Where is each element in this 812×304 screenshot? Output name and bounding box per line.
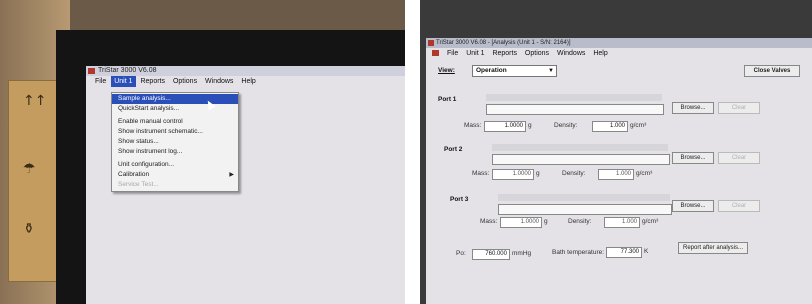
menu-unit-1[interactable]: Unit 1 — [111, 76, 136, 87]
left-photo: ↑↑ ☂ ⚱ TriStar 3000 V6.08 File Unit 1 Re… — [0, 0, 405, 304]
menu-reports[interactable]: Reports — [137, 76, 168, 87]
port-2-sample-file-field[interactable] — [492, 154, 670, 165]
po-label: Po: — [456, 250, 466, 257]
menu-windows[interactable]: Windows — [202, 76, 236, 87]
menu-help[interactable]: Help — [590, 48, 610, 59]
port-1-id-row — [486, 94, 662, 101]
menu-item-calibration[interactable]: Calibration ▶ — [112, 170, 238, 180]
port-1-density-label: Density: — [554, 122, 578, 129]
menu-options[interactable]: Options — [170, 76, 200, 87]
menu-reports[interactable]: Reports — [489, 48, 520, 59]
port-1-sample-file-field[interactable] — [486, 104, 664, 115]
right-photo: TriStar 3000 V6.08 - [Analysis (Unit 1 -… — [420, 0, 812, 304]
menu-windows[interactable]: Windows — [554, 48, 588, 59]
menu-item-quickstart-analysis[interactable]: QuickStart analysis... — [112, 104, 238, 114]
port-2-density-unit: g/cm³ — [636, 170, 653, 177]
port-1-density-field[interactable]: 1.000 — [592, 121, 628, 132]
po-unit: mmHg — [512, 250, 532, 257]
port-3-density-label: Density: — [568, 218, 592, 225]
menu-item-unit-configuration[interactable]: Unit configuration... — [112, 160, 238, 170]
view-label: View: — [438, 67, 455, 74]
port-1-mass-label: Mass: — [464, 122, 482, 129]
menu-item-show-instrument-log[interactable]: Show instrument log... — [112, 147, 238, 157]
port-3-label: Port 3 — [450, 196, 469, 203]
port-2-id-row — [492, 144, 668, 151]
right-window-title: TriStar 3000 V6.08 - [Analysis (Unit 1 -… — [436, 40, 571, 46]
menu-file[interactable]: File — [444, 48, 461, 59]
right-menubar: File Unit 1 Reports Options Windows Help — [426, 48, 812, 59]
menu-item-show-status[interactable]: Show status... — [112, 137, 238, 147]
port-2-browse-button[interactable]: Browse... — [672, 152, 714, 164]
left-screen: TriStar 3000 V6.08 File Unit 1 Reports O… — [86, 66, 405, 304]
view-select-value: Operation — [476, 67, 507, 74]
port-3-mass-label: Mass: — [480, 218, 498, 225]
menu-item-sample-analysis[interactable]: Sample analysis... — [112, 94, 238, 104]
po-field[interactable]: 760.000 — [472, 249, 510, 260]
port-3-density-unit: g/cm³ — [642, 218, 659, 225]
view-select[interactable]: Operation ▼ — [472, 65, 557, 77]
report-after-analysis-button[interactable]: Report after analysis... — [678, 242, 748, 254]
view-toolbar: View: Operation ▼ Close Valves — [426, 59, 812, 81]
port-3-sample-file-field[interactable] — [498, 204, 672, 215]
menu-help[interactable]: Help — [238, 76, 258, 87]
menu-options[interactable]: Options — [522, 48, 552, 59]
port-1-clear-button: Clear — [718, 102, 760, 114]
menu-item-show-instrument-schematic[interactable]: Show instrument schematic... — [112, 127, 238, 137]
right-titlebar: TriStar 3000 V6.08 - [Analysis (Unit 1 -… — [426, 38, 812, 48]
menu-item-service-test: Service Test... — [118, 181, 159, 188]
port-3-mass-unit: g — [544, 218, 548, 225]
port-2-density-label: Density: — [562, 170, 586, 177]
port-2-density-field[interactable]: 1.000 — [598, 169, 634, 180]
unit-menu-dropdown: Sample analysis... QuickStart analysis..… — [111, 92, 239, 192]
left-menubar: File Unit 1 Reports Options Windows Help — [86, 76, 405, 87]
left-window-title: TriStar 3000 V6.08 — [98, 67, 157, 74]
port-3-browse-button[interactable]: Browse... — [672, 200, 714, 212]
app-icon — [428, 40, 434, 46]
close-valves-button[interactable]: Close Valves — [744, 65, 800, 77]
port-2-clear-button: Clear — [718, 152, 760, 164]
port-2-mass-label: Mass: — [472, 170, 490, 177]
menu-unit-1[interactable]: Unit 1 — [463, 48, 487, 59]
child-window-icon — [432, 50, 439, 57]
port-2-mass-unit: g — [536, 170, 540, 177]
port-2-label: Port 2 — [444, 146, 463, 153]
port-1-label: Port 1 — [438, 96, 457, 103]
port-3-mass-field[interactable]: 1.0000 — [500, 217, 542, 228]
bath-temperature-label: Bath temperature: — [552, 249, 605, 256]
port-3-clear-button: Clear — [718, 200, 760, 212]
port-3-density-field[interactable]: 1.000 — [604, 217, 640, 228]
menu-file[interactable]: File — [92, 76, 109, 87]
port-3-id-row — [498, 194, 670, 201]
right-screen: TriStar 3000 V6.08 - [Analysis (Unit 1 -… — [426, 38, 812, 304]
calibration-label: Calibration — [118, 171, 150, 178]
menu-item-enable-manual-control[interactable]: Enable manual control — [112, 117, 238, 127]
port-2-mass-field[interactable]: 1.0000 — [492, 169, 534, 180]
bath-temperature-field[interactable]: 77.300 — [606, 247, 642, 258]
chevron-down-icon: ▼ — [548, 68, 554, 74]
port-1-browse-button[interactable]: Browse... — [672, 102, 714, 114]
app-icon — [88, 68, 95, 74]
port-1-mass-field[interactable]: 1.0000 — [484, 121, 526, 132]
port-1-mass-unit: g — [528, 122, 532, 129]
port-1-density-unit: g/cm³ — [630, 122, 647, 129]
left-titlebar: TriStar 3000 V6.08 — [86, 66, 405, 76]
bath-temperature-unit: K — [644, 248, 649, 255]
submenu-arrow-icon: ▶ — [229, 172, 234, 178]
